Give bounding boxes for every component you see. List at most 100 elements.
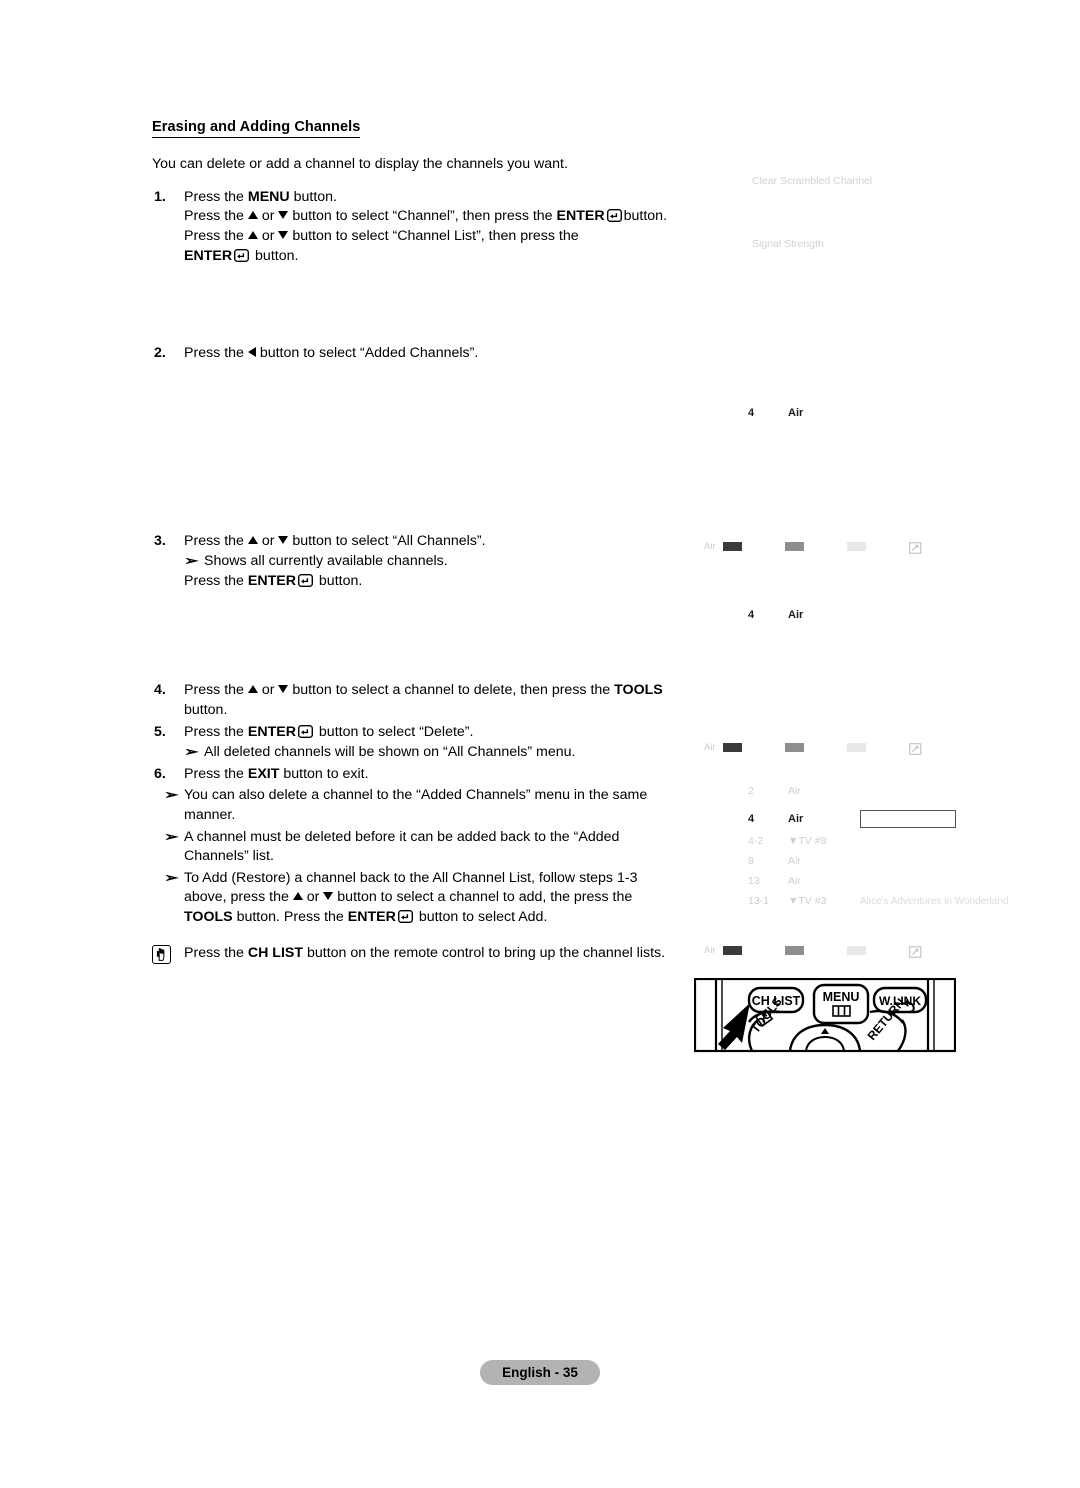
channel-number: 2 [748, 785, 754, 797]
step-3-note: ➢ Shows all currently available channels… [184, 552, 672, 572]
legend-swatch-dark [722, 743, 742, 752]
step-1-line-2: Press the or button to select “Channel”,… [184, 208, 668, 225]
enter-icon [234, 248, 250, 262]
down-arrow-icon [278, 211, 289, 220]
left-arrow-icon [247, 347, 256, 358]
step-5-number: 5. [154, 723, 166, 740]
step-6-body: Press the EXIT button to exit. [184, 765, 369, 782]
legend-swatch-mid [784, 946, 804, 955]
channel-number: 4-2 [748, 835, 764, 847]
channel-name: Air [788, 609, 804, 621]
enter-icon [297, 724, 313, 738]
tools-glyph-icon [908, 542, 928, 554]
legend-swatch-mid [784, 743, 804, 752]
osd-channel-row: 13 Air [748, 875, 860, 887]
osd-channel-row: 4 Air [748, 407, 860, 419]
legend-swatch-light [846, 743, 866, 752]
up-arrow-icon [247, 230, 258, 239]
channel-number: 4 [748, 813, 755, 825]
note-3-restore: ➢ To Add (Restore) a channel back to the… [164, 869, 672, 928]
svg-text:MENU: MENU [823, 990, 860, 1004]
step-2-line-1: Press the button to select “Added Channe… [184, 345, 479, 362]
instruction-column: Erasing and Adding Channels You can dele… [152, 118, 672, 972]
ch-list-button-label: CH LIST [247, 944, 304, 961]
channel-name: Air [788, 407, 804, 419]
step-3: 3. Press the or button to select “All Ch… [152, 532, 672, 592]
note-4-text: Press the CH LIST button on the remote c… [184, 944, 666, 961]
manual-page: Erasing and Adding Channels You can dele… [0, 0, 1080, 1488]
up-arrow-icon [247, 535, 258, 544]
step-6-number: 6. [154, 765, 166, 782]
step-2-body: Press the button to select “Added Channe… [184, 344, 672, 364]
down-arrow-icon [278, 230, 289, 239]
section-heading: Erasing and Adding Channels [152, 119, 361, 138]
channel-name: Air [788, 813, 804, 825]
legend-label: Air [704, 541, 716, 552]
step-1-body: Press the MENU button. Press the or butt… [184, 188, 672, 266]
tools-popup-box[interactable] [860, 810, 956, 828]
step-3-line-1: Press the or button to select “All Chann… [184, 532, 486, 549]
down-arrow-icon [323, 892, 334, 901]
channel-name: Air [788, 785, 801, 797]
step-3-number: 3. [154, 532, 166, 549]
page-footer-badge: English - 35 [480, 1360, 600, 1385]
channel-number: 13 [748, 875, 760, 887]
legend-swatch-light [846, 946, 866, 955]
channel-number: 8 [748, 855, 754, 867]
osd-menu-item-signal-strength: Signal Strength [752, 238, 824, 250]
tools-button-label: TOOLS [614, 682, 663, 699]
enter-icon [397, 910, 413, 924]
enter-button-label: ENTER [347, 909, 396, 926]
enter-icon [606, 209, 622, 223]
enter-icon [297, 573, 313, 587]
step-1: 1. Press the MENU button. Press the or b… [152, 188, 672, 266]
down-arrow-icon [278, 685, 289, 694]
osd-channel-row: 4-2 ▼TV #8 [748, 835, 860, 847]
tools-glyph-icon [908, 743, 928, 755]
note-marker-icon: ➢ [184, 553, 199, 569]
enter-button-label: ENTER [184, 247, 233, 264]
osd-screenshot-column: Clear Scrambled Channel Signal Strength … [690, 0, 1008, 1488]
tools-button-label: TOOLS [184, 909, 233, 926]
osd-channel-row: 4 Air [748, 609, 860, 621]
note-4-chlist: Press the CH LIST button on the remote c… [152, 944, 672, 971]
note-1: ➢ You can also delete a channel to the “… [164, 786, 672, 825]
channel-program-title: Alice's Adventures in Wonderland [860, 895, 1009, 907]
osd-menu-item-clear-scrambled-channel: Clear Scrambled Channel [752, 175, 873, 187]
step-5: 5. Press the ENTER button to select “Del… [152, 723, 672, 763]
channel-name: ▼TV #3 [788, 895, 827, 907]
note-3-text: To Add (Restore) a channel back to the A… [184, 869, 638, 926]
step-1-line-1: Press the MENU button. [184, 188, 337, 205]
osd-legend-bar-1: Air [704, 541, 928, 554]
step-6: 6. Press the EXIT button to exit. [152, 765, 672, 785]
step-4: 4. Press the or button to select a chann… [152, 681, 672, 720]
channel-name: Air [788, 855, 801, 867]
remote-menu-button: MENU [812, 983, 870, 1025]
legend-label: Air [704, 742, 716, 753]
step-3-line-3: Press the ENTER button. [184, 572, 363, 589]
osd-channel-row: 8 Air [748, 855, 860, 867]
step-5-line-1: Press the ENTER button to select “Delete… [184, 723, 474, 740]
channel-name: ▼TV #8 [788, 835, 827, 847]
note-marker-icon: ➢ [164, 787, 179, 803]
channel-number: 4 [748, 407, 755, 419]
step-4-body: Press the or button to select a channel … [184, 682, 663, 719]
step-3-body: Press the or button to select “All Chann… [184, 532, 672, 592]
legend-swatch-light [846, 542, 866, 551]
step-2: 2. Press the button to select “Added Cha… [152, 344, 672, 364]
step-3-note-text: Shows all currently available channels. [204, 553, 448, 570]
up-arrow-icon [292, 892, 303, 901]
step-5-note-text: All deleted channels will be shown on “A… [204, 744, 576, 761]
legend-swatch-dark [722, 542, 742, 551]
osd-legend-bar-2: Air [704, 742, 928, 755]
step-4-number: 4. [154, 682, 166, 699]
note-2: ➢ A channel must be deleted before it ca… [164, 828, 672, 867]
enter-button-label: ENTER [556, 208, 605, 225]
osd-legend-bar-3: Air [704, 945, 928, 958]
legend-label: Air [704, 945, 716, 956]
channel-number: 4 [748, 609, 755, 621]
step-5-body: Press the ENTER button to select “Delete… [184, 723, 672, 763]
